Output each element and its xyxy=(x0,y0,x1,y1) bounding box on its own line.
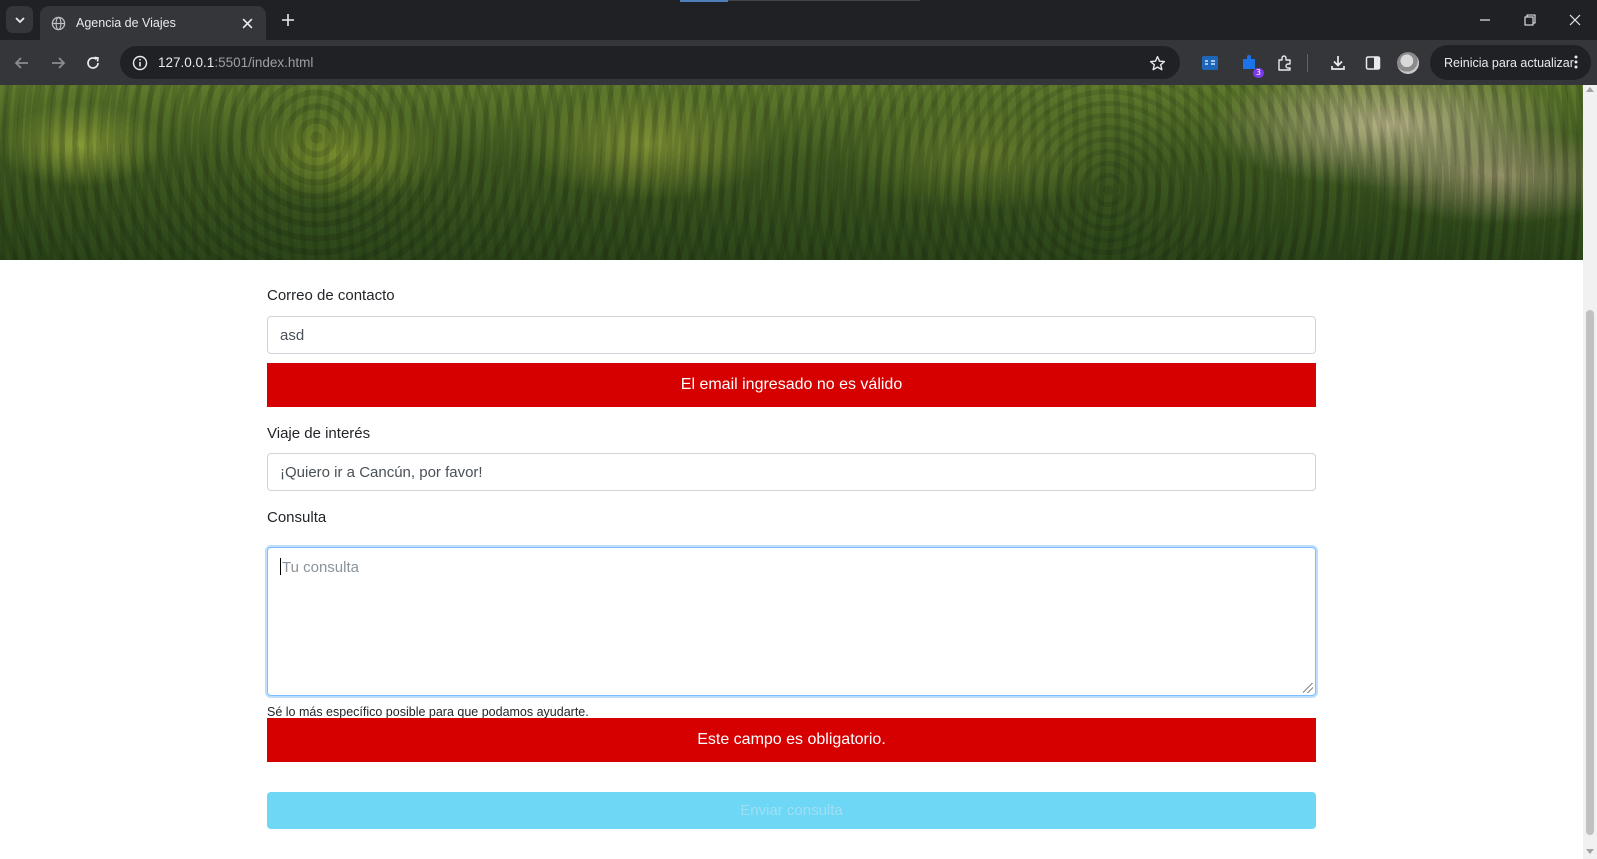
text-caret xyxy=(280,558,281,575)
scroll-up-arrow[interactable] xyxy=(1586,87,1594,92)
hero-texture xyxy=(0,85,1583,260)
profile-avatar[interactable] xyxy=(1397,52,1419,74)
star-icon[interactable] xyxy=(1146,52,1168,74)
reload-button[interactable] xyxy=(79,49,107,77)
query-error-text: Este campo es obligatorio. xyxy=(697,731,886,748)
reload-icon xyxy=(87,56,99,69)
globe-icon xyxy=(50,15,66,31)
query-placeholder: Tu consulta xyxy=(282,559,359,576)
back-button[interactable] xyxy=(8,49,36,77)
side-panel-icon[interactable] xyxy=(1360,50,1386,76)
textarea-resize-handle[interactable] xyxy=(1303,683,1313,693)
extensions-icon[interactable] xyxy=(1272,50,1298,76)
update-button[interactable]: Reinicia para actualizar xyxy=(1430,45,1591,80)
submit-button[interactable]: Enviar consulta xyxy=(267,792,1316,829)
trip-field-value: ¡Quiero ir a Cancún, por favor! xyxy=(280,463,483,481)
forward-button[interactable] xyxy=(44,49,72,77)
browser-toolbar: 127.0.0.1:5501/index.html 3 Reinicia par… xyxy=(0,40,1597,85)
forward-icon xyxy=(52,57,66,69)
active-tab[interactable]: Agencia de Viajes xyxy=(40,6,266,40)
email-label: Correo de contacto xyxy=(267,287,395,304)
scroll-down-arrow[interactable] xyxy=(1586,849,1594,854)
close-icon[interactable] xyxy=(238,14,256,32)
tab-search-button[interactable] xyxy=(6,6,33,33)
query-error-alert: Este campo es obligatorio. xyxy=(267,718,1316,762)
query-textarea[interactable]: Tu consulta xyxy=(267,547,1316,696)
trip-label: Viaje de interés xyxy=(267,425,371,442)
page-scrollbar[interactable] xyxy=(1583,85,1597,859)
css-extension-icon[interactable] xyxy=(1197,50,1223,76)
toolbar-divider xyxy=(1307,54,1308,72)
extension-with-badge-icon[interactable]: 3 xyxy=(1236,50,1264,78)
plus-icon xyxy=(282,14,294,26)
tab-strip-divider xyxy=(728,0,920,1)
submit-button-label: Enviar consulta xyxy=(740,802,843,819)
email-error-text: El email ingresado no es válido xyxy=(680,376,903,393)
query-label: Consulta xyxy=(267,509,327,526)
download-icon[interactable] xyxy=(1325,50,1351,76)
close-icon xyxy=(1569,14,1581,26)
update-button-label: Reinicia para actualizar xyxy=(1444,55,1574,70)
menu-dots-icon[interactable] xyxy=(1573,53,1579,71)
trip-field[interactable]: ¡Quiero ir a Cancún, por favor! xyxy=(267,453,1316,491)
query-help-text: Sé lo más específico posible para que po… xyxy=(267,705,589,719)
close-window-button[interactable] xyxy=(1558,6,1592,34)
site-info-icon[interactable] xyxy=(130,53,150,73)
minimize-icon xyxy=(1480,19,1490,21)
hero-forest-image xyxy=(0,85,1583,260)
minimize-button[interactable] xyxy=(1468,6,1502,34)
url-path: :5501/index.html xyxy=(214,55,314,70)
extension-badge: 3 xyxy=(1252,68,1264,78)
email-field[interactable]: asd xyxy=(267,316,1316,354)
address-bar[interactable]: 127.0.0.1:5501/index.html xyxy=(120,46,1180,79)
chevron-down-icon xyxy=(14,16,25,23)
tab-title: Agencia de Viajes xyxy=(76,16,176,30)
page-viewport: Correo de contacto asd El email ingresad… xyxy=(0,85,1597,859)
restore-icon xyxy=(1524,14,1536,26)
email-error-alert: El email ingresado no es válido xyxy=(267,363,1316,407)
restore-button[interactable] xyxy=(1513,6,1547,34)
back-icon xyxy=(14,57,28,69)
tab-load-indicator xyxy=(680,0,728,2)
scrollbar-thumb[interactable] xyxy=(1586,310,1594,835)
url-host: 127.0.0.1 xyxy=(158,55,215,70)
new-tab-button[interactable] xyxy=(276,8,300,32)
email-field-value: asd xyxy=(280,326,305,344)
browser-tab-strip: Agencia de Viajes xyxy=(0,0,1597,40)
